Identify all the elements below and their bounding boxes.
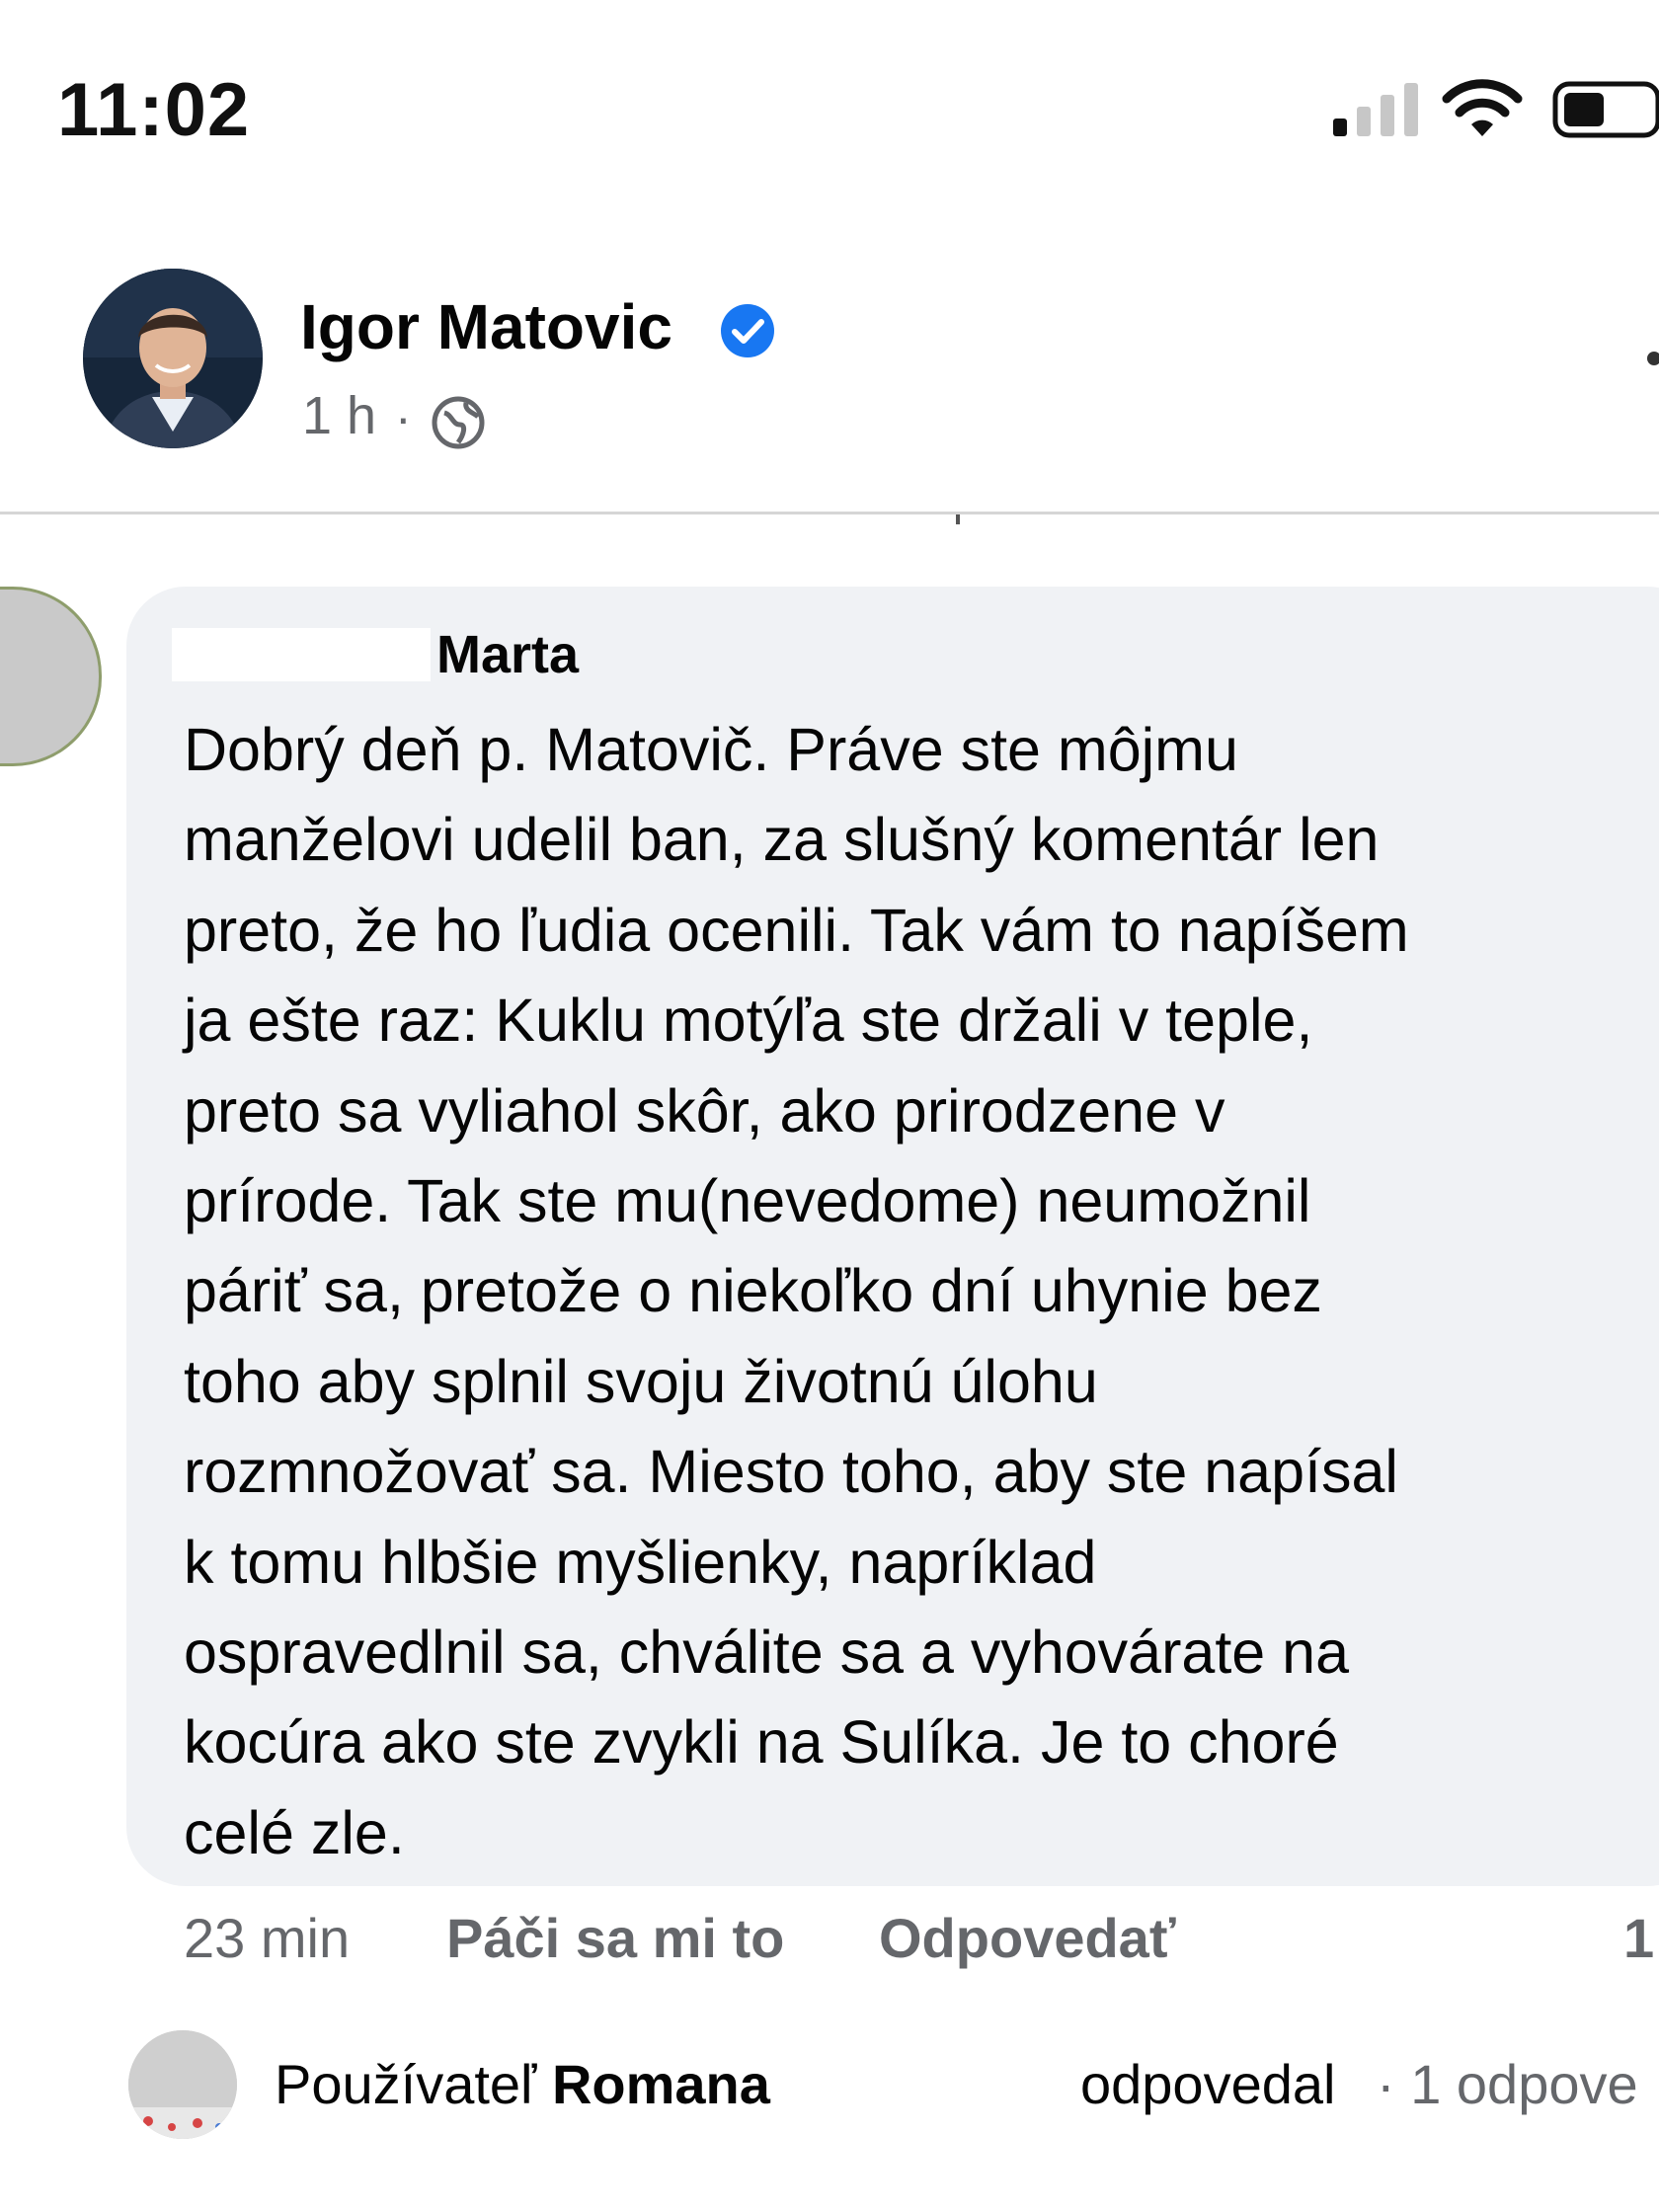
comment-line: manželovi udelil ban, za slušný komentár… xyxy=(184,806,1380,874)
comment-author[interactable]: Marta xyxy=(436,624,579,685)
reply-prefix-label: Používateľ xyxy=(275,2053,537,2115)
comment-line: toho aby splnil svoju životnú úlohu xyxy=(184,1347,1098,1415)
comment-actions: 23 min Páči sa mi to Odpovedať 1 xyxy=(0,1906,1659,1985)
redacted-surname xyxy=(172,628,431,681)
avatar-portrait-icon xyxy=(83,269,263,448)
meta-separator: · xyxy=(395,390,412,445)
more-options-icon[interactable] xyxy=(1647,352,1659,365)
comment-line: kocúra ako ste zvykli na Sulíka. Je to c… xyxy=(184,1708,1339,1777)
facebook-post-screen: 11:02 Igor Matovic 1 h · Marta Dobrý deň… xyxy=(0,0,1659,2212)
status-bar: 11:02 xyxy=(0,0,1659,198)
reply-summary-prefix[interactable]: Používateľ Romana xyxy=(275,2052,770,2116)
author-name[interactable]: Igor Matovic xyxy=(300,290,672,363)
reply-verb[interactable]: odpovedal xyxy=(1080,2052,1335,2116)
comment-line: rozmnožovať sa. Miesto toho, aby ste nap… xyxy=(184,1438,1398,1506)
comment-line: preto, že ho ľudia ocenili. Tak vám to n… xyxy=(184,896,1409,964)
comment-text: Dobrý deň p. Matovič. Práve ste môjmu ma… xyxy=(184,705,1659,1878)
comment-line: páriť sa, pretože o niekoľko dní uhynie … xyxy=(184,1257,1322,1325)
battery-icon xyxy=(1552,81,1659,138)
author-avatar[interactable] xyxy=(83,269,263,448)
comment-line: ospravedlnil sa, chválite sa a vyhovárat… xyxy=(184,1619,1349,1687)
divider-tick xyxy=(956,514,960,524)
reaction-count[interactable]: 1 xyxy=(1623,1906,1654,1970)
verified-badge-icon xyxy=(721,304,774,357)
reply-count[interactable]: · 1 odpove xyxy=(1377,2052,1638,2116)
reply-user-name: Romana xyxy=(551,2053,770,2115)
comment-line: Dobrý deň p. Matovič. Práve ste môjmu xyxy=(184,716,1238,783)
comment-timestamp[interactable]: 23 min xyxy=(184,1906,350,1970)
reply-button[interactable]: Odpovedať xyxy=(879,1906,1176,1970)
wifi-icon xyxy=(1442,79,1523,136)
reply-avatar[interactable] xyxy=(128,2030,237,2139)
header-divider xyxy=(0,512,1659,514)
reply-avatar-image xyxy=(128,2030,237,2139)
commenter-avatar[interactable] xyxy=(0,587,102,766)
comment-line: k tomu hlbšie myšlienky, napríklad xyxy=(184,1528,1097,1596)
comment-line: celé zle. xyxy=(184,1798,405,1866)
cellular-signal-icon xyxy=(1333,83,1418,136)
post-header: Igor Matovic 1 h · xyxy=(0,247,1659,514)
comment-line: preto sa vyliahol skôr, ako prirodzene v xyxy=(184,1076,1225,1145)
globe-icon xyxy=(432,396,485,449)
comment-line: ja ešte raz: Kuklu motýľa ste držali v t… xyxy=(184,987,1313,1055)
like-button[interactable]: Páči sa mi to xyxy=(446,1906,784,1970)
comment-line: prírode. Tak ste mu(nevedome) neumožnil xyxy=(184,1167,1311,1235)
post-timestamp[interactable]: 1 h xyxy=(302,385,376,446)
status-time: 11:02 xyxy=(57,68,251,152)
